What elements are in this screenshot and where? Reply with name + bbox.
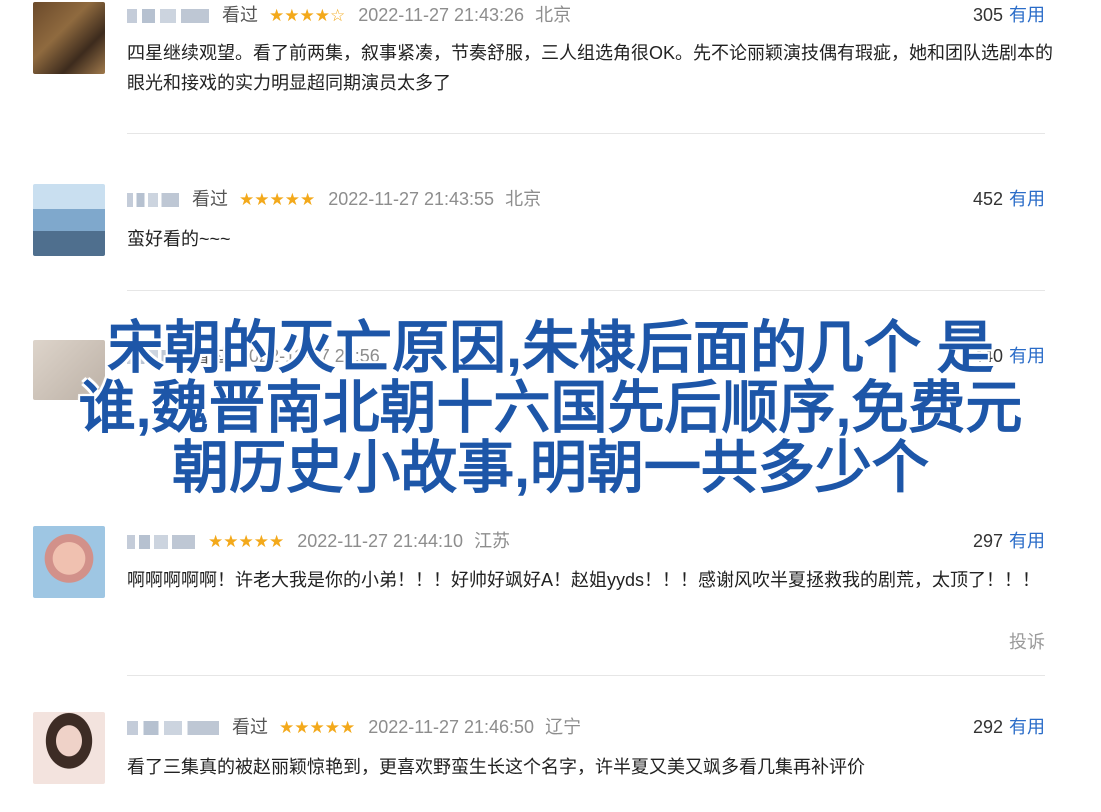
watched-status: 看过 — [232, 717, 269, 737]
watched-status: 看过 — [222, 5, 259, 25]
divider — [127, 133, 1045, 134]
useful-count: 452 — [972, 189, 1003, 209]
rating-stars: ★★★★★ — [239, 190, 316, 209]
avatar[interactable] — [33, 712, 105, 784]
overlay-line: 朝历史小故事,明朝一共多少个 — [172, 436, 929, 500]
username[interactable] — [127, 193, 179, 208]
review-content: 蛮好看的~~~ — [127, 229, 231, 249]
divider — [127, 290, 1045, 291]
avatar[interactable] — [33, 184, 105, 256]
review-content: 看了三集真的被赵丽颖惊艳到，更喜欢野蛮生长这个名字，许半夏又美又飒多看几集再补评… — [127, 757, 865, 777]
useful-count: 292 — [972, 717, 1003, 737]
useful-button[interactable]: 有用 — [1009, 717, 1045, 737]
useful-button[interactable]: 有用 — [1009, 189, 1045, 209]
report-link[interactable]: 投诉 — [1009, 628, 1045, 654]
avatar[interactable] — [33, 526, 105, 598]
review-time: 2022-11-27 21:43:55 — [328, 189, 495, 209]
overlay-line: 谁,魏晋南北朝十六国先后顺序,免费元 — [78, 376, 1023, 440]
review-location: 江苏 — [474, 531, 511, 551]
review-meta: ★★★★★ 2022-11-27 21:44:10 江苏 — [127, 529, 510, 553]
avatar[interactable] — [33, 2, 105, 74]
review-time: 2022-11-27 21:44:10 — [297, 531, 464, 551]
review-location: 辽宁 — [545, 717, 582, 737]
useful-count: 297 — [972, 531, 1003, 551]
review-location: 北京 — [505, 189, 542, 209]
useful-button[interactable]: 有用 — [1009, 531, 1045, 551]
review-meta: 看过 ★★★★☆ 2022-11-27 21:43:26 北京 — [127, 3, 571, 27]
review-time: 2022-11-27 21:43:26 — [358, 5, 525, 25]
overlay-headline: 宋朝的灭亡原因,朱棣后面的几个 是 谁,魏晋南北朝十六国先后顺序,免费元 朝历史… — [0, 318, 1101, 498]
rating-stars: ★★★★★ — [208, 532, 285, 551]
review-time: 2022-11-27 21:46:50 — [368, 717, 535, 737]
useful-vote[interactable]: 297 有用 — [973, 529, 1045, 553]
watched-status: 看过 — [192, 189, 229, 209]
overlay-line: 宋朝的灭亡原因,朱棣后面的几个 是 — [107, 316, 994, 380]
review-content: 四星继续观望。看了前两集，叙事紧凑，节奏舒服，三人组选角很OK。先不论丽颖演技偶… — [127, 43, 1054, 93]
review-location: 北京 — [535, 5, 572, 25]
useful-count: 305 — [972, 5, 1003, 25]
username[interactable] — [127, 535, 195, 550]
rating-stars: ★★★★☆ — [269, 6, 346, 25]
username[interactable] — [127, 9, 209, 24]
useful-button[interactable]: 有用 — [1009, 5, 1045, 25]
divider — [127, 675, 1045, 676]
useful-vote[interactable]: 452 有用 — [973, 187, 1045, 211]
username[interactable] — [127, 721, 219, 736]
review-content: 啊啊啊啊啊！许老大我是你的小弟！！！好帅好飒好A！赵姐yyds！！！感谢风吹半夏… — [127, 570, 1041, 590]
useful-vote[interactable]: 305 有用 — [973, 3, 1045, 27]
rating-stars: ★★★★★ — [279, 718, 356, 737]
review-meta: 看过 ★★★★★ 2022-11-27 21:43:55 北京 — [127, 187, 541, 211]
review-meta: 看过 ★★★★★ 2022-11-27 21:46:50 辽宁 — [127, 715, 581, 739]
useful-vote[interactable]: 292 有用 — [973, 715, 1045, 739]
